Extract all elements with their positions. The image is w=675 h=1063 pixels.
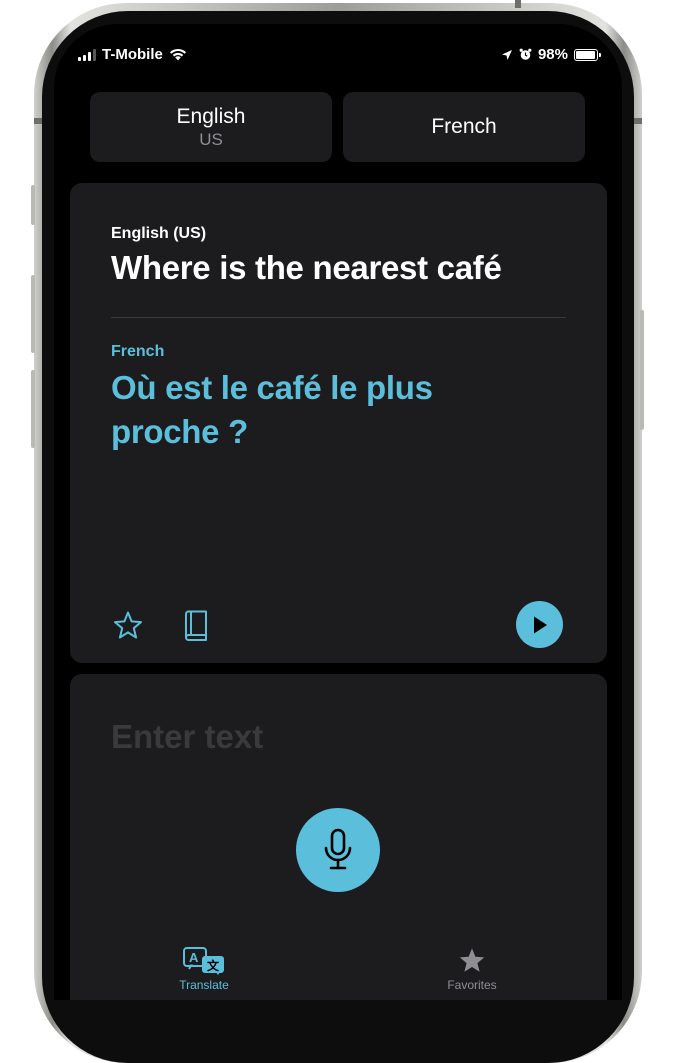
target-language-button[interactable]: French bbox=[343, 92, 585, 162]
status-right: 98% bbox=[501, 46, 601, 63]
svg-text:文: 文 bbox=[207, 958, 220, 973]
app-screen: T-Mobile 98% English US French English (… bbox=[54, 24, 622, 1000]
svg-text:A: A bbox=[189, 950, 199, 965]
power-button bbox=[640, 310, 644, 430]
battery-icon bbox=[574, 48, 601, 61]
text-input[interactable] bbox=[111, 718, 511, 756]
tab-favorites[interactable]: Favorites bbox=[412, 946, 532, 992]
star-filled-icon bbox=[459, 948, 485, 972]
source-language-name: English bbox=[176, 104, 246, 128]
source-language-label: English (US) bbox=[111, 225, 207, 242]
mute-switch bbox=[31, 185, 35, 225]
favorite-button[interactable] bbox=[110, 608, 146, 644]
tab-translate[interactable]: A 文 Translate bbox=[144, 946, 264, 992]
microphone-button[interactable] bbox=[296, 808, 380, 892]
source-language-button[interactable]: English US bbox=[90, 92, 332, 162]
alarm-icon bbox=[519, 48, 532, 60]
play-icon bbox=[533, 616, 547, 633]
carrier-name: T-Mobile bbox=[102, 46, 163, 63]
dictionary-button[interactable] bbox=[178, 608, 214, 644]
tab-favorites-label: Favorites bbox=[447, 978, 497, 992]
status-bar: T-Mobile 98% bbox=[54, 24, 622, 88]
star-outline-icon bbox=[114, 611, 142, 639]
translated-text[interactable]: Où est le café le plus proche ? bbox=[111, 366, 531, 454]
location-arrow-icon bbox=[501, 49, 512, 60]
battery-fill bbox=[576, 50, 595, 59]
play-audio-button[interactable] bbox=[516, 601, 563, 648]
wifi-icon bbox=[169, 48, 186, 61]
target-language-label: French bbox=[111, 343, 165, 360]
volume-down-button bbox=[31, 370, 35, 448]
source-text[interactable]: Where is the nearest café bbox=[111, 249, 502, 287]
translation-card[interactable]: English (US) Where is the nearest café F… bbox=[70, 183, 607, 663]
translation-divider bbox=[111, 317, 566, 318]
antenna-band bbox=[634, 118, 642, 124]
tab-translate-label: Translate bbox=[179, 978, 229, 992]
battery-percentage: 98% bbox=[537, 46, 568, 63]
book-icon bbox=[185, 610, 207, 641]
cellular-signal-icon bbox=[78, 48, 96, 61]
volume-up-button bbox=[31, 275, 35, 353]
antenna-band bbox=[34, 118, 42, 124]
microphone-icon bbox=[324, 828, 352, 870]
status-left: T-Mobile bbox=[78, 46, 187, 63]
antenna-band bbox=[515, 0, 521, 8]
source-language-region: US bbox=[199, 129, 223, 149]
target-language-name: French bbox=[431, 115, 497, 138]
translate-icon: A 文 bbox=[183, 947, 224, 975]
